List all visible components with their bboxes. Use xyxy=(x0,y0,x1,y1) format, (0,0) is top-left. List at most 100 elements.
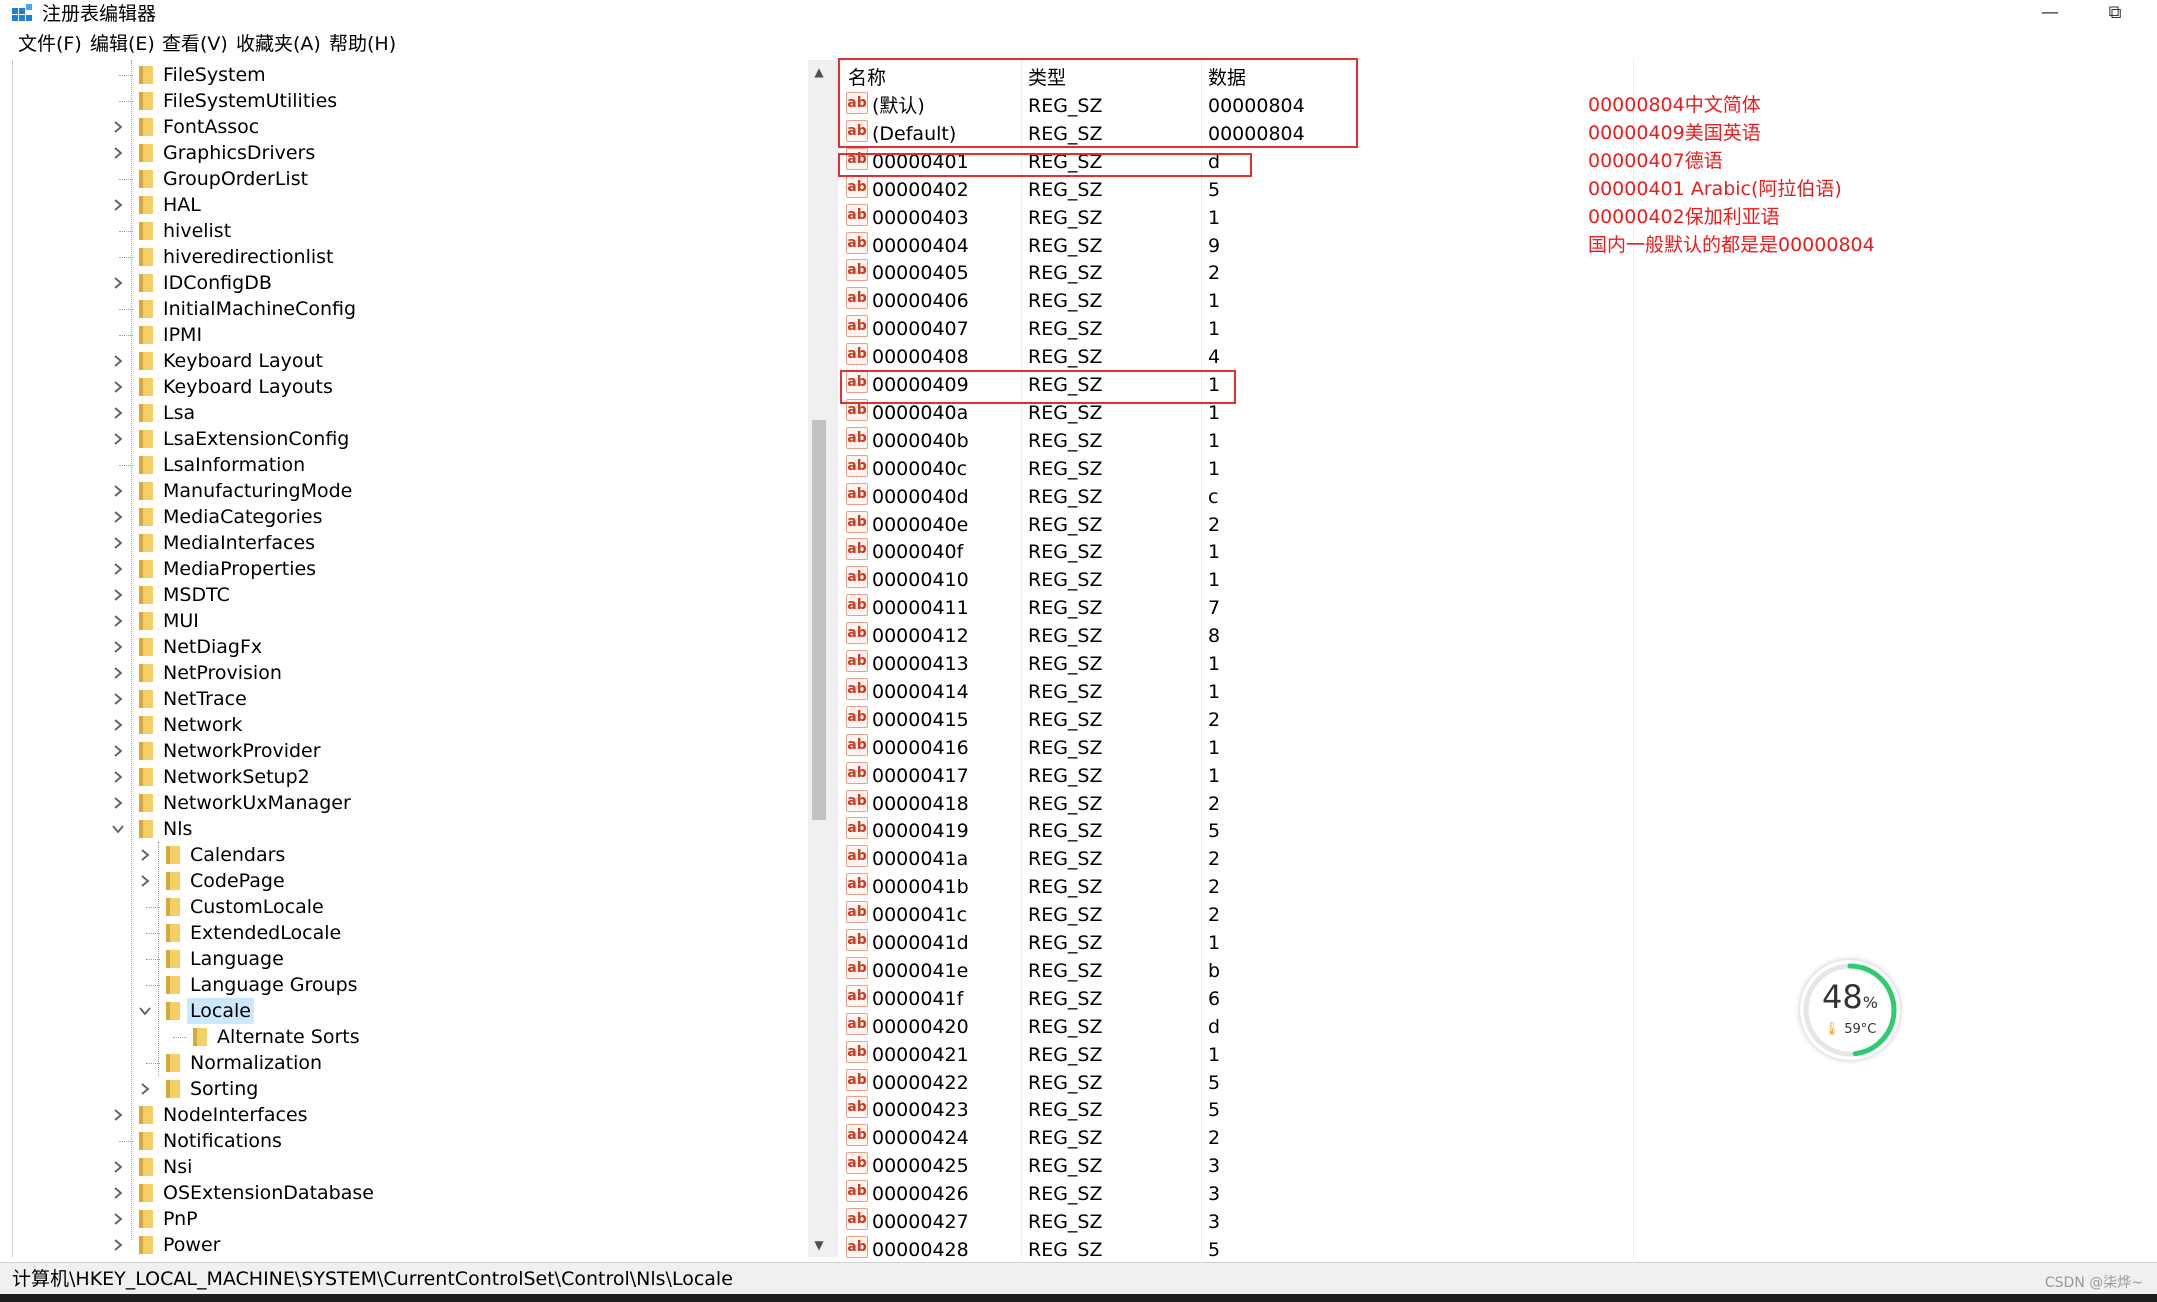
chevron-right-icon[interactable] xyxy=(111,1108,125,1122)
tree-node[interactable]: Normalization xyxy=(13,1050,813,1076)
value-row[interactable]: ab 0000040e REG_SZ 2 xyxy=(838,510,2157,539)
menu-file[interactable]: 文件(F) xyxy=(18,30,82,58)
chevron-right-icon[interactable] xyxy=(111,1160,125,1174)
value-row[interactable]: ab 0000041f REG_SZ 6 xyxy=(838,984,2157,1013)
tree-node[interactable]: GraphicsDrivers xyxy=(13,140,813,166)
value-row[interactable]: ab 00000403 REG_SZ 1 xyxy=(838,203,2157,232)
tree-node[interactable]: ManufacturingMode xyxy=(13,478,813,504)
scroll-down-icon[interactable]: ▼ xyxy=(808,1235,830,1255)
chevron-right-icon[interactable] xyxy=(111,640,125,654)
value-row[interactable]: ab 00000426 REG_SZ 3 xyxy=(838,1180,2157,1208)
minimize-button[interactable]: — xyxy=(2020,0,2080,28)
tree-node[interactable]: NodeInterfaces xyxy=(13,1102,813,1128)
value-row[interactable]: ab 00000415 REG_SZ 2 xyxy=(838,705,2157,734)
chevron-right-icon[interactable] xyxy=(111,198,125,212)
tree-node[interactable]: LsaInformation xyxy=(13,452,813,478)
value-row[interactable]: ab 0000041c REG_SZ 2 xyxy=(838,901,2157,929)
tree-node[interactable]: FileSystemUtilities xyxy=(13,88,813,114)
tree-node[interactable]: ExtendedLocale xyxy=(13,920,813,946)
value-row[interactable]: ab 00000412 REG_SZ 8 xyxy=(838,622,2157,650)
value-row[interactable]: ab 00000406 REG_SZ 1 xyxy=(838,287,2157,315)
chevron-right-icon[interactable] xyxy=(111,1238,125,1252)
chevron-right-icon[interactable] xyxy=(111,380,125,394)
value-row[interactable]: ab 00000405 REG_SZ 2 xyxy=(838,259,2157,287)
cpu-usage-widget[interactable]: 48% 🌡 59°C xyxy=(1800,960,1900,1060)
chevron-right-icon[interactable] xyxy=(138,848,152,862)
chevron-right-icon[interactable] xyxy=(111,588,125,602)
tree-node[interactable]: Language Groups xyxy=(13,972,813,998)
tree-node[interactable]: NetDiagFx xyxy=(13,634,813,660)
value-row[interactable]: ab 00000420 REG_SZ d xyxy=(838,1012,2157,1041)
tree-node[interactable]: NetTrace xyxy=(13,686,813,712)
value-row[interactable]: ab 00000414 REG_SZ 1 xyxy=(838,677,2157,706)
tree-node[interactable]: MSDTC xyxy=(13,582,813,608)
tree-node[interactable]: IDConfigDB xyxy=(13,270,813,296)
chevron-right-icon[interactable] xyxy=(111,718,125,732)
tree-node[interactable]: Notifications xyxy=(13,1128,813,1154)
value-row[interactable]: ab 00000421 REG_SZ 1 xyxy=(838,1040,2157,1069)
value-row[interactable]: ab 00000428 REG_SZ 5 xyxy=(838,1235,2157,1258)
chevron-right-icon[interactable] xyxy=(111,744,125,758)
menu-favorites[interactable]: 收藏夹(A) xyxy=(236,30,321,58)
value-row[interactable]: ab 00000407 REG_SZ 1 xyxy=(838,315,2157,343)
value-row[interactable]: ab 00000418 REG_SZ 2 xyxy=(838,789,2157,818)
tree-node[interactable]: GroupOrderList xyxy=(13,166,813,192)
chevron-right-icon[interactable] xyxy=(111,666,125,680)
restore-button[interactable]: ⧉ xyxy=(2085,0,2145,28)
tree-node[interactable]: PnP xyxy=(13,1206,813,1232)
tree-node[interactable]: NetProvision xyxy=(13,660,813,686)
pane-splitter[interactable] xyxy=(830,60,838,1257)
value-row[interactable]: ab 0000041a REG_SZ 2 xyxy=(838,845,2157,873)
chevron-right-icon[interactable] xyxy=(111,614,125,628)
tree-node[interactable]: IPMI xyxy=(13,322,813,348)
value-row[interactable]: ab 00000427 REG_SZ 3 xyxy=(838,1208,2157,1236)
value-row[interactable]: ab 0000041b REG_SZ 2 xyxy=(838,873,2157,901)
chevron-right-icon[interactable] xyxy=(111,510,125,524)
tree-node[interactable]: NetworkSetup2 xyxy=(13,764,813,790)
tree-node[interactable]: LsaExtensionConfig xyxy=(13,426,813,452)
tree-node[interactable]: Lsa xyxy=(13,400,813,426)
chevron-right-icon[interactable] xyxy=(111,536,125,550)
chevron-right-icon[interactable] xyxy=(111,692,125,706)
tree-node[interactable]: Power xyxy=(13,1232,813,1257)
tree-node[interactable]: Language xyxy=(13,946,813,972)
tree-node[interactable]: HAL xyxy=(13,192,813,218)
chevron-right-icon[interactable] xyxy=(111,484,125,498)
scroll-up-icon[interactable]: ▲ xyxy=(808,62,830,82)
chevron-right-icon[interactable] xyxy=(111,1186,125,1200)
chevron-right-icon[interactable] xyxy=(111,354,125,368)
value-row[interactable]: ab 0000040c REG_SZ 1 xyxy=(838,454,2157,483)
tree-node[interactable]: Keyboard Layouts xyxy=(13,374,813,400)
value-row[interactable]: ab 00000424 REG_SZ 2 xyxy=(838,1124,2157,1152)
tree-node[interactable]: MediaCategories xyxy=(13,504,813,530)
tree-node[interactable]: OSExtensionDatabase xyxy=(13,1180,813,1206)
chevron-right-icon[interactable] xyxy=(111,120,125,134)
tree-node[interactable]: CodePage xyxy=(13,868,813,894)
chevron-right-icon[interactable] xyxy=(138,874,152,888)
menu-help[interactable]: 帮助(H) xyxy=(329,30,396,58)
tree-node[interactable]: MediaInterfaces xyxy=(13,530,813,556)
value-row[interactable]: ab 00000410 REG_SZ 1 xyxy=(838,566,2157,594)
chevron-right-icon[interactable] xyxy=(111,146,125,160)
chevron-right-icon[interactable] xyxy=(111,562,125,576)
value-row[interactable]: ab 00000422 REG_SZ 5 xyxy=(838,1068,2157,1097)
value-row[interactable]: ab 0000040d REG_SZ c xyxy=(838,482,2157,511)
scrollbar-thumb[interactable] xyxy=(812,420,826,820)
chevron-right-icon[interactable] xyxy=(111,276,125,290)
value-row[interactable]: ab 0000041e REG_SZ b xyxy=(838,956,2157,985)
value-row[interactable]: ab 00000423 REG_SZ 5 xyxy=(838,1096,2157,1124)
tree-node[interactable]: hiveredirectionlist xyxy=(13,244,813,270)
value-row[interactable]: ab 0000040f REG_SZ 1 xyxy=(838,538,2157,566)
menu-view[interactable]: 查看(V) xyxy=(162,30,228,58)
values-list[interactable]: 名称 类型 数据 ab (默认) REG_SZ 00000804 ab (Default)… xyxy=(838,58,2157,1258)
value-row[interactable]: ab 0000040b REG_SZ 1 xyxy=(838,426,2157,455)
value-row[interactable]: ab 00000408 REG_SZ 4 xyxy=(838,343,2157,371)
value-row[interactable]: ab 00000404 REG_SZ 9 xyxy=(838,231,2157,260)
tree-node[interactable]: Sorting xyxy=(13,1076,813,1102)
chevron-down-icon[interactable] xyxy=(138,1004,152,1018)
tree-node[interactable]: Alternate Sorts xyxy=(13,1024,813,1050)
chevron-right-icon[interactable] xyxy=(111,796,125,810)
tree-node[interactable]: NetworkProvider xyxy=(13,738,813,764)
value-row[interactable]: ab 0000041d REG_SZ 1 xyxy=(838,929,2157,957)
value-row[interactable]: ab 00000425 REG_SZ 3 xyxy=(838,1152,2157,1180)
